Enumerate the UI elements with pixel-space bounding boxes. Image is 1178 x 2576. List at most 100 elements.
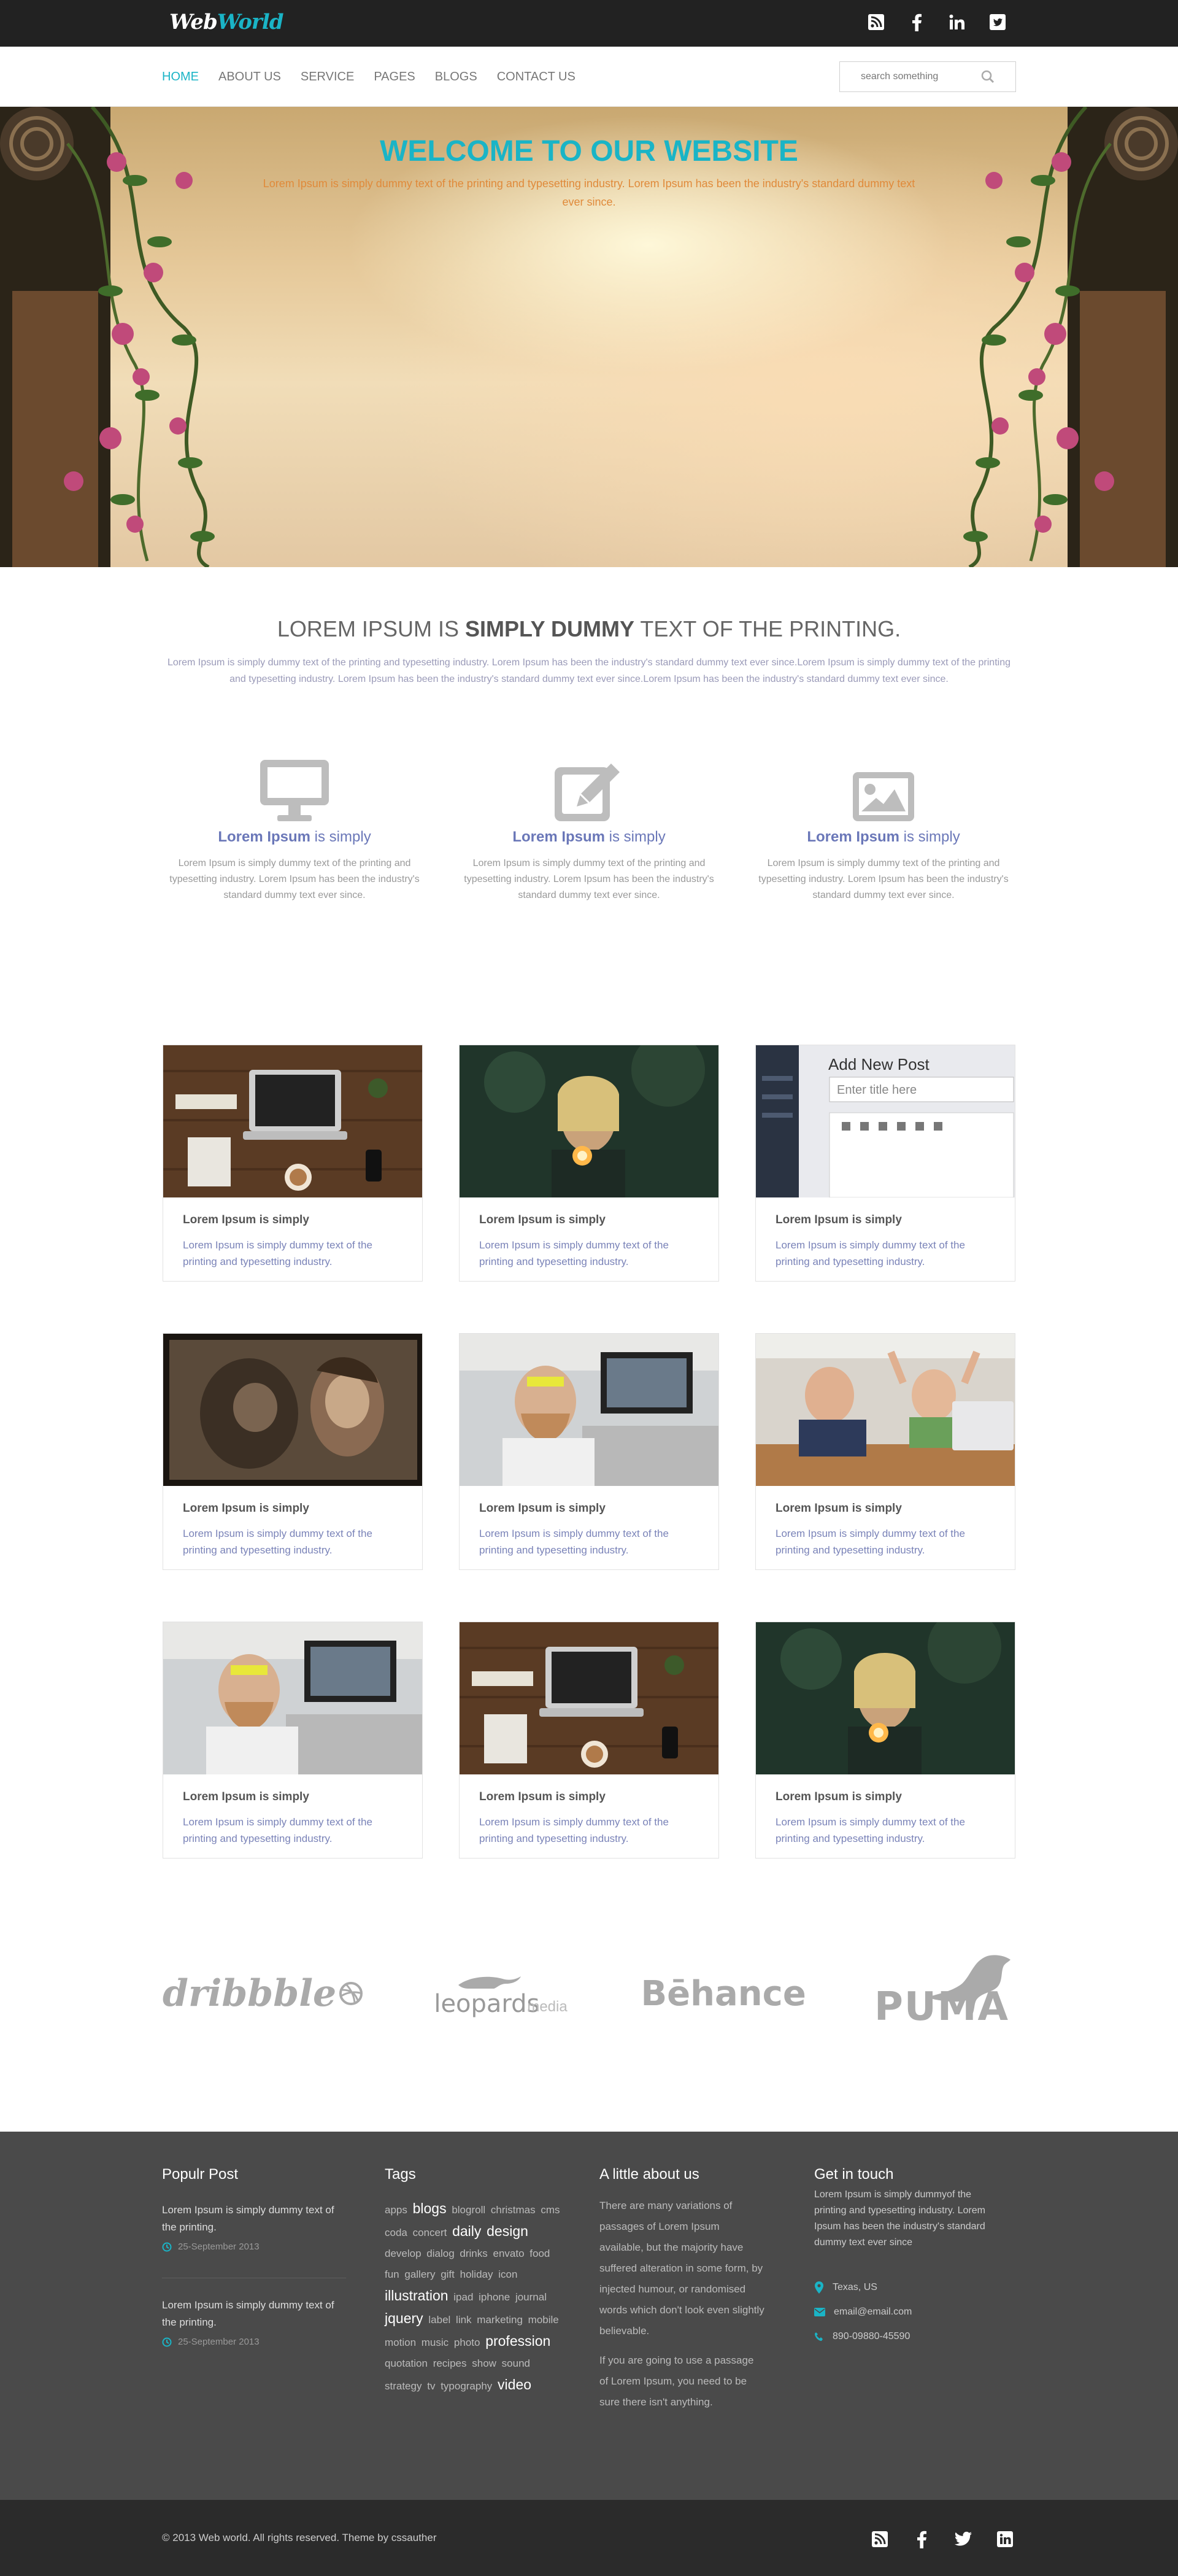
behance-logo[interactable]: Bēhance — [641, 1974, 806, 2014]
search-input[interactable]: search something — [861, 71, 981, 82]
tag-photo[interactable]: photo — [454, 2337, 480, 2348]
gallery-card[interactable]: Lorem Ipsum is simply Lorem Ipsum is simp… — [459, 1045, 719, 1282]
rss-icon[interactable] — [865, 11, 887, 33]
card-title[interactable]: Lorem Ipsum is simply — [183, 1790, 402, 1804]
gallery-card[interactable]: Lorem Ipsum is simply Lorem Ipsum is simp… — [163, 1045, 423, 1282]
card-image[interactable] — [163, 1622, 422, 1774]
tag-fun[interactable]: fun — [385, 2269, 399, 2280]
tag-christmas[interactable]: christmas — [491, 2204, 536, 2216]
tag-jquery[interactable]: jquery — [385, 2310, 423, 2326]
tag-gift[interactable]: gift — [441, 2269, 455, 2280]
leopards-media-logo[interactable]: leopards media — [431, 1963, 572, 2024]
tag-link[interactable]: link — [456, 2314, 472, 2326]
card-image[interactable] — [460, 1045, 718, 1197]
gallery-card[interactable]: Lorem Ipsum is simply Lorem Ipsum is simp… — [163, 1333, 423, 1570]
card-title[interactable]: Lorem Ipsum is simply — [183, 1213, 402, 1227]
card-image[interactable] — [756, 1334, 1015, 1486]
search-icon[interactable] — [981, 70, 995, 83]
tag-gallery[interactable]: gallery — [404, 2269, 435, 2280]
email-text[interactable]: email@email.com — [834, 2307, 912, 2318]
nav-item-blogs[interactable]: BLOGS — [435, 68, 477, 87]
tag-motion[interactable]: motion — [385, 2337, 416, 2348]
tag-design[interactable]: design — [487, 2223, 528, 2239]
linkedin-icon[interactable] — [946, 11, 968, 33]
card-body: Lorem Ipsum is simply Lorem Ipsum is simp… — [460, 1197, 718, 1286]
twitter-icon[interactable] — [952, 2528, 974, 2550]
tag-apps[interactable]: apps — [385, 2204, 407, 2216]
popular-post[interactable]: Lorem Ipsum is simply dummy text of the … — [162, 2297, 346, 2351]
popular-post[interactable]: Lorem Ipsum is simply dummy text of the … — [162, 2202, 346, 2256]
tag-holiday[interactable]: holiday — [460, 2269, 493, 2280]
tag-envato[interactable]: envato — [493, 2248, 525, 2259]
rss-icon[interactable] — [869, 2528, 891, 2550]
tag-tv[interactable]: tv — [427, 2380, 435, 2392]
tag-dialog[interactable]: dialog — [426, 2248, 454, 2259]
puma-logo[interactable]: PUMA — [874, 1954, 1015, 2033]
nav-item-pages[interactable]: PAGES — [374, 68, 415, 87]
site-logo[interactable]: WebWorld — [169, 10, 284, 34]
tag-music[interactable]: music — [422, 2337, 448, 2348]
linkedin-icon[interactable] — [994, 2528, 1016, 2550]
tag-blogs[interactable]: blogs — [413, 2200, 447, 2216]
search-box[interactable]: search something — [839, 61, 1016, 92]
tag-drinks[interactable]: drinks — [460, 2248, 487, 2259]
nav-item-contact-us[interactable]: CONTACT US — [497, 68, 576, 87]
post-text[interactable]: Lorem Ipsum is simply dummy text of the … — [162, 2202, 346, 2236]
tag-cms[interactable]: cms — [541, 2204, 560, 2216]
card-title[interactable]: Lorem Ipsum is simply — [776, 1790, 995, 1804]
gallery-card[interactable]: Lorem Ipsum is simply Lorem Ipsum is simp… — [755, 1333, 1015, 1570]
nav-item-about-us[interactable]: ABOUT US — [218, 68, 281, 87]
tag-video[interactable]: video — [498, 2377, 531, 2392]
tag-typography[interactable]: typography — [441, 2380, 492, 2392]
tag-daily[interactable]: daily — [452, 2223, 481, 2239]
tag-mobile[interactable]: mobile — [528, 2314, 559, 2326]
gallery-card[interactable]: Lorem Ipsum is simply Lorem Ipsum is simp… — [459, 1622, 719, 1859]
card-image[interactable] — [460, 1334, 718, 1486]
gallery-card[interactable]: Add New Post Enter title here Lorem Ipsum … — [755, 1045, 1015, 1282]
tag-concert[interactable]: concert — [413, 2227, 447, 2238]
nav-item-home[interactable]: HOME — [162, 68, 199, 87]
post-text[interactable]: Lorem Ipsum is simply dummy text of the … — [162, 2297, 346, 2331]
tag-strategy[interactable]: strategy — [385, 2380, 422, 2392]
contact-email[interactable]: email@email.com — [814, 2300, 986, 2324]
tag-label[interactable]: label — [428, 2314, 450, 2326]
facebook-icon[interactable] — [910, 2528, 933, 2550]
card-image[interactable] — [460, 1622, 718, 1774]
card-title[interactable]: Lorem Ipsum is simply — [479, 1502, 699, 1515]
nav-item-service[interactable]: SERVICE — [301, 68, 354, 87]
tag-quotation[interactable]: quotation — [385, 2357, 428, 2369]
tag-show[interactable]: show — [472, 2357, 496, 2369]
feature-title-rest: is simply — [605, 829, 666, 845]
location-icon — [815, 2281, 823, 2294]
tag-blogroll[interactable]: blogroll — [452, 2204, 485, 2216]
tag-marketing[interactable]: marketing — [477, 2314, 523, 2326]
tag-icon[interactable]: icon — [498, 2269, 517, 2280]
tag-iphone[interactable]: iphone — [479, 2291, 510, 2303]
tag-food[interactable]: food — [529, 2248, 550, 2259]
card-title[interactable]: Lorem Ipsum is simply — [776, 1502, 995, 1515]
tag-ipad[interactable]: ipad — [453, 2291, 473, 2303]
facebook-icon[interactable] — [906, 11, 928, 33]
feature-title: Lorem Ipsum is simply — [457, 829, 721, 846]
card-image[interactable] — [163, 1334, 422, 1486]
gallery-card[interactable]: Lorem Ipsum is simply Lorem Ipsum is simp… — [459, 1333, 719, 1570]
tag-coda[interactable]: coda — [385, 2227, 407, 2238]
card-title[interactable]: Lorem Ipsum is simply — [183, 1502, 402, 1515]
card-image[interactable]: Add New Post Enter title here — [756, 1045, 1015, 1197]
card-image[interactable] — [756, 1622, 1015, 1774]
tag-journal[interactable]: journal — [515, 2291, 547, 2303]
card-title[interactable]: Lorem Ipsum is simply — [479, 1213, 699, 1227]
tag-profession[interactable]: profession — [485, 2333, 550, 2349]
card-title[interactable]: Lorem Ipsum is simply — [776, 1213, 995, 1227]
tag-illustration[interactable]: illustration — [385, 2288, 448, 2303]
tag-develop[interactable]: develop — [385, 2248, 422, 2259]
gallery-card[interactable]: Lorem Ipsum is simply Lorem Ipsum is simp… — [163, 1622, 423, 1859]
card-image[interactable] — [163, 1045, 422, 1197]
dribbble-logo[interactable]: dribbble — [163, 1972, 363, 2015]
tag-sound[interactable]: sound — [502, 2357, 530, 2369]
desk-photo — [163, 1045, 422, 1197]
twitter-icon[interactable] — [987, 11, 1009, 33]
tag-recipes[interactable]: recipes — [433, 2357, 467, 2369]
card-title[interactable]: Lorem Ipsum is simply — [479, 1790, 699, 1804]
gallery-card[interactable]: Lorem Ipsum is simply Lorem Ipsum is simp… — [755, 1622, 1015, 1859]
